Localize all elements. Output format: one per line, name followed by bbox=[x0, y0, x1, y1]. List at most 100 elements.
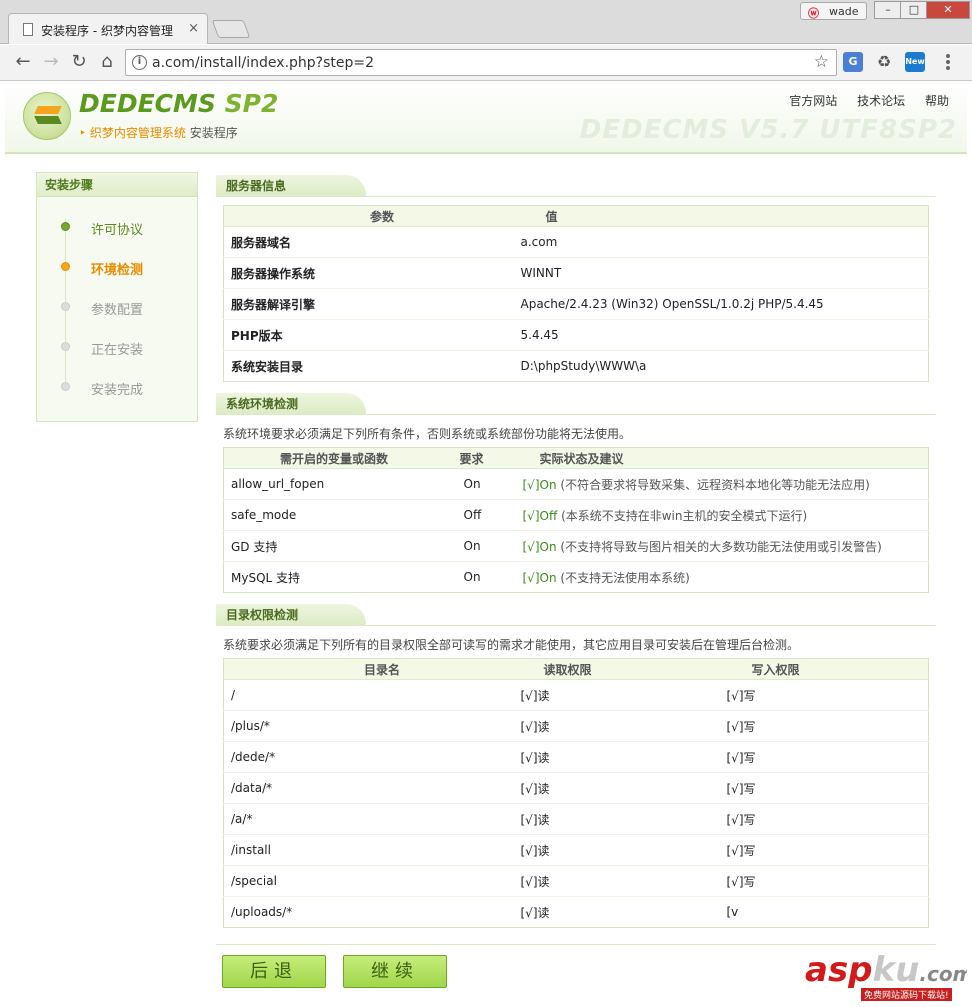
address-bar[interactable]: i ☆ bbox=[125, 49, 837, 76]
tab-close-icon[interactable]: × bbox=[188, 21, 199, 36]
table-row: /dede/* [√]读 [√]写 bbox=[223, 741, 929, 773]
profile-name: wade bbox=[829, 5, 859, 18]
table-row: /install [√]读 [√]写 bbox=[223, 834, 929, 866]
table-row: 系统安装目录 D:\phpStudy\WWW\a bbox=[224, 351, 929, 382]
server-info-table: 参数 值 服务器域名 a.com 服务器操作系统 WINNT 服务器解译引擎 A… bbox=[223, 205, 929, 382]
logo-subtitle-rest: 安装程序 bbox=[189, 126, 238, 140]
site-header: DEDECMS SP2 ‣ 织梦内容管理系统 安装程序 官方网站 技术论坛 帮助… bbox=[5, 82, 967, 154]
status-advice: (不符合要求将导致采集、远程资料本地化等功能无法应用) bbox=[560, 477, 870, 492]
write-cell: [√]写 bbox=[719, 865, 929, 897]
table-row: /special [√]读 [√]写 bbox=[223, 865, 929, 897]
dir-cell: /data/* bbox=[223, 772, 514, 804]
step-complete: 安装完成 bbox=[37, 377, 197, 398]
aspku-caption: 免费网站源码下载站! bbox=[861, 988, 952, 1001]
version-watermark: DEDECMS V5.7 UTF8SP2 bbox=[579, 115, 957, 145]
table-row: 服务器解译引擎 Apache/2.4.23 (Win32) OpenSSL/1.… bbox=[223, 288, 929, 320]
env-check-header: 系统环境检测 bbox=[216, 393, 936, 415]
write-cell: [√]写 bbox=[719, 741, 929, 773]
read-cell: [√]读 bbox=[520, 905, 550, 920]
forward-arrow-icon[interactable]: → bbox=[40, 51, 62, 73]
dir-check-header: 目录权限检测 bbox=[216, 604, 936, 626]
env-check-note: 系统环境要求必须满足下列所有条件，否则系统或系统部份功能将无法使用。 bbox=[223, 427, 632, 441]
profile-button[interactable]: ⓦ wade bbox=[800, 2, 867, 20]
column-header: 要求 bbox=[445, 447, 514, 469]
step-dot-icon bbox=[61, 342, 70, 351]
home-icon[interactable]: ⌂ bbox=[96, 51, 118, 73]
back-arrow-icon[interactable]: ← bbox=[12, 51, 34, 73]
table-row: PHP版本 5.4.45 bbox=[223, 319, 929, 351]
step-label: 正在安装 bbox=[91, 343, 144, 358]
logo-sp-text: SP2 bbox=[224, 89, 279, 118]
param-cell: PHP版本 bbox=[223, 319, 514, 351]
site-info-icon[interactable]: i bbox=[132, 55, 147, 70]
continue-button[interactable]: 继续 bbox=[343, 955, 447, 988]
value-cell: Apache/2.4.23 (Win32) OpenSSL/1.0.2j PHP… bbox=[513, 288, 929, 320]
maximize-button[interactable]: □ bbox=[900, 1, 928, 19]
logo-subtitle-accent: ‣ 织梦内容管理系统 bbox=[79, 126, 186, 140]
var-name-cell: GD 支持 bbox=[223, 530, 446, 562]
status-cell: [√]On (不符合要求将导致采集、远程资料本地化等功能无法应用) bbox=[513, 468, 929, 500]
new-tab-button[interactable] bbox=[211, 20, 251, 38]
status-cell: [√]On (不支持将导致与图片相关的大多数功能无法使用或引发警告) bbox=[513, 530, 929, 562]
column-header: 实际状态及建议 bbox=[513, 447, 929, 469]
status-ok: [√]On bbox=[522, 539, 557, 554]
install-steps-sidebar: 安装步骤 许可协议 环境检测 参数配置 正在安装 安装完成 bbox=[36, 172, 198, 422]
status-ok: [√]Off bbox=[522, 508, 558, 523]
param-cell: 服务器域名 bbox=[223, 226, 514, 258]
requirement-cell: Off bbox=[445, 499, 514, 531]
read-cell: [√]读 bbox=[513, 834, 720, 866]
status-advice: (不支持将导致与图片相关的大多数功能无法使用或引发警告) bbox=[560, 539, 882, 554]
read-cell: [√]读 bbox=[513, 803, 720, 835]
write-cell: [√]写 bbox=[719, 710, 929, 742]
requirement-cell: On bbox=[445, 468, 514, 500]
step-dot-icon bbox=[61, 262, 70, 271]
aspku-brand: aspku.com bbox=[805, 950, 967, 990]
browser-menu-icon[interactable] bbox=[946, 53, 952, 71]
value-cell: a.com bbox=[513, 226, 929, 258]
column-header: 需开启的变量或函数 bbox=[223, 447, 446, 469]
step-env-check: 环境检测 bbox=[37, 257, 197, 278]
param-cell: 服务器操作系统 bbox=[223, 257, 514, 289]
column-header: 目录名 bbox=[223, 658, 514, 680]
status-advice: (本系统不支持在非win主机的安全模式下运行) bbox=[561, 508, 808, 523]
status-cell: [√]Off (本系统不支持在非win主机的安全模式下运行) bbox=[513, 499, 929, 531]
table-row: /uploads/* [√]读 [v bbox=[224, 897, 929, 928]
help-link[interactable]: 帮助 bbox=[925, 94, 949, 108]
window-close-button[interactable]: ✕ bbox=[926, 1, 970, 19]
read-cell: [√]读 bbox=[513, 865, 720, 897]
logo-title: DEDECMS SP2 bbox=[79, 89, 278, 118]
back-button[interactable]: 后退 bbox=[222, 955, 326, 988]
table-row: safe_mode Off [√]Off (本系统不支持在非win主机的安全模式… bbox=[223, 499, 929, 531]
column-header: 写入权限 bbox=[719, 658, 929, 680]
step-dot-icon bbox=[61, 302, 70, 311]
step-label: 参数配置 bbox=[91, 303, 144, 318]
step-label: 许可协议 bbox=[91, 223, 144, 238]
url-input[interactable] bbox=[152, 53, 792, 73]
steps-list: 许可协议 环境检测 参数配置 正在安装 安装完成 bbox=[37, 197, 197, 421]
read-cell: [√]读 bbox=[513, 710, 720, 742]
step-config: 参数配置 bbox=[37, 297, 197, 318]
minimize-button[interactable]: – bbox=[874, 1, 902, 19]
read-cell: [√]读 bbox=[513, 772, 720, 804]
section-title: 系统环境检测 bbox=[216, 393, 366, 415]
official-site-link[interactable]: 官方网站 bbox=[789, 94, 837, 108]
new-extension-icon[interactable]: New bbox=[905, 52, 925, 72]
forum-link[interactable]: 技术论坛 bbox=[857, 94, 905, 108]
recycle-extension-icon[interactable]: ♻ bbox=[874, 52, 894, 72]
bookmark-star-icon[interactable]: ☆ bbox=[814, 52, 829, 72]
step-dot-icon bbox=[61, 382, 70, 391]
step-license: 许可协议 bbox=[37, 217, 197, 238]
var-name-cell: MySQL 支持 bbox=[231, 570, 301, 585]
browser-tab[interactable]: 安装程序 - 织梦内容管理 × bbox=[8, 13, 208, 44]
table-header-row: 目录名 读取权限 写入权限 bbox=[223, 658, 929, 680]
page-content: DEDECMS SP2 ‣ 织梦内容管理系统 安装程序 官方网站 技术论坛 帮助… bbox=[5, 82, 967, 1002]
value-cell: 5.4.45 bbox=[513, 319, 929, 351]
requirement-cell: On bbox=[463, 570, 481, 584]
write-cell: [√]写 bbox=[719, 679, 929, 711]
write-cell: [v bbox=[726, 905, 739, 919]
table-row: / [√]读 [√]写 bbox=[223, 679, 929, 711]
translate-extension-icon[interactable]: G bbox=[843, 52, 863, 72]
reload-icon[interactable]: ↻ bbox=[68, 51, 90, 73]
user-icon: ⓦ bbox=[808, 7, 819, 20]
env-check-table: 需开启的变量或函数 要求 实际状态及建议 allow_url_fopen On … bbox=[223, 447, 929, 593]
